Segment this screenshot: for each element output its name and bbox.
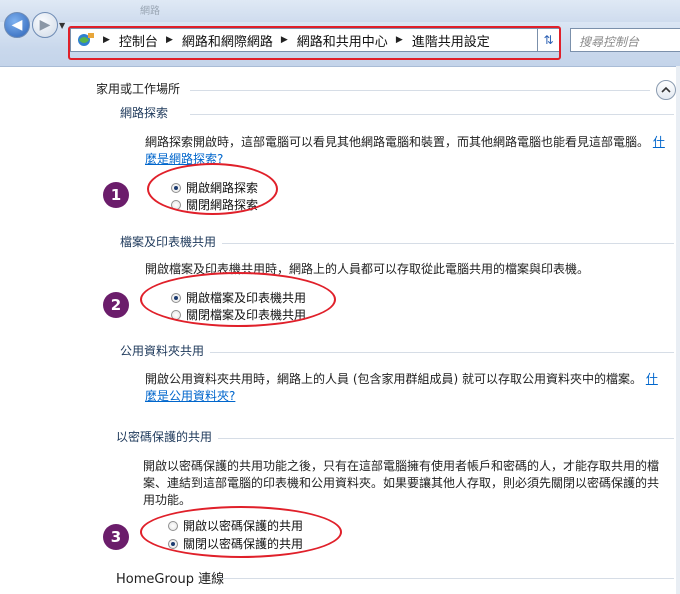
chevron-up-icon — [661, 86, 671, 93]
forward-button[interactable]: ▶ — [32, 12, 58, 38]
section-heading-network-discovery: 網路探索 — [120, 106, 169, 120]
window-title: 網路 — [140, 6, 160, 17]
section-heading-public-folder-sharing: 公用資料夾共用 — [120, 344, 205, 358]
public-folder-sharing-description: 開啟公用資料夾共用時，網路上的人員 (包含家用群組成員) 就可以存取公用資料夾中… — [145, 371, 665, 405]
annotation-ellipse-1 — [147, 163, 278, 215]
arrow-right-icon: ▶ — [39, 17, 51, 33]
divider — [190, 90, 650, 91]
section-heading-file-printer-sharing: 檔案及印表機共用 — [120, 235, 217, 249]
divider — [220, 578, 674, 579]
back-button[interactable]: ◀ — [4, 12, 30, 38]
step-marker-1: 1 — [103, 182, 129, 208]
profile-heading: 家用或工作場所 — [96, 82, 181, 96]
search-placeholder: 搜尋控制台 — [579, 35, 640, 49]
annotation-ellipse-2 — [140, 272, 336, 327]
divider — [190, 114, 674, 115]
description-text: 開啟公用資料夾共用時，網路上的人員 (包含家用群組成員) 就可以存取公用資料夾中… — [145, 372, 642, 386]
section-heading-homegroup: HomeGroup 連線 — [116, 572, 225, 587]
divider — [222, 243, 674, 244]
address-highlight-annotation — [68, 26, 561, 60]
title-bar: 網路 — [0, 0, 680, 22]
step-marker-3: 3 — [103, 524, 129, 550]
divider — [218, 438, 674, 439]
arrow-left-icon: ◀ — [11, 17, 23, 33]
search-input[interactable]: 搜尋控制台 — [570, 28, 680, 52]
collapse-button[interactable] — [656, 80, 676, 100]
section-heading-password-protected-sharing: 以密碼保護的共用 — [116, 430, 213, 444]
recent-pages-dropdown[interactable]: ▼ — [59, 21, 65, 30]
scrollbar[interactable] — [676, 66, 680, 594]
description-line: 開啟以密碼保護的共用功能之後，只有在這部電腦擁有使用者帳戶和密碼的人，才能存取共… — [143, 459, 660, 473]
description-text: 網路探索開啟時，這部電腦可以看見其他網路電腦和裝置，而其他網路電腦也能看見這部電… — [145, 135, 650, 149]
divider — [210, 352, 674, 353]
password-protected-sharing-description: 開啟以密碼保護的共用功能之後，只有在這部電腦擁有使用者帳戶和密碼的人，才能存取共… — [143, 458, 673, 509]
description-line: 案、連結到這部電腦的印表機和公用資料夾。如果要讓其他人存取，則必須先關閉以密碼保… — [143, 476, 660, 490]
annotation-ellipse-3 — [140, 506, 342, 558]
step-marker-2: 2 — [103, 292, 129, 318]
